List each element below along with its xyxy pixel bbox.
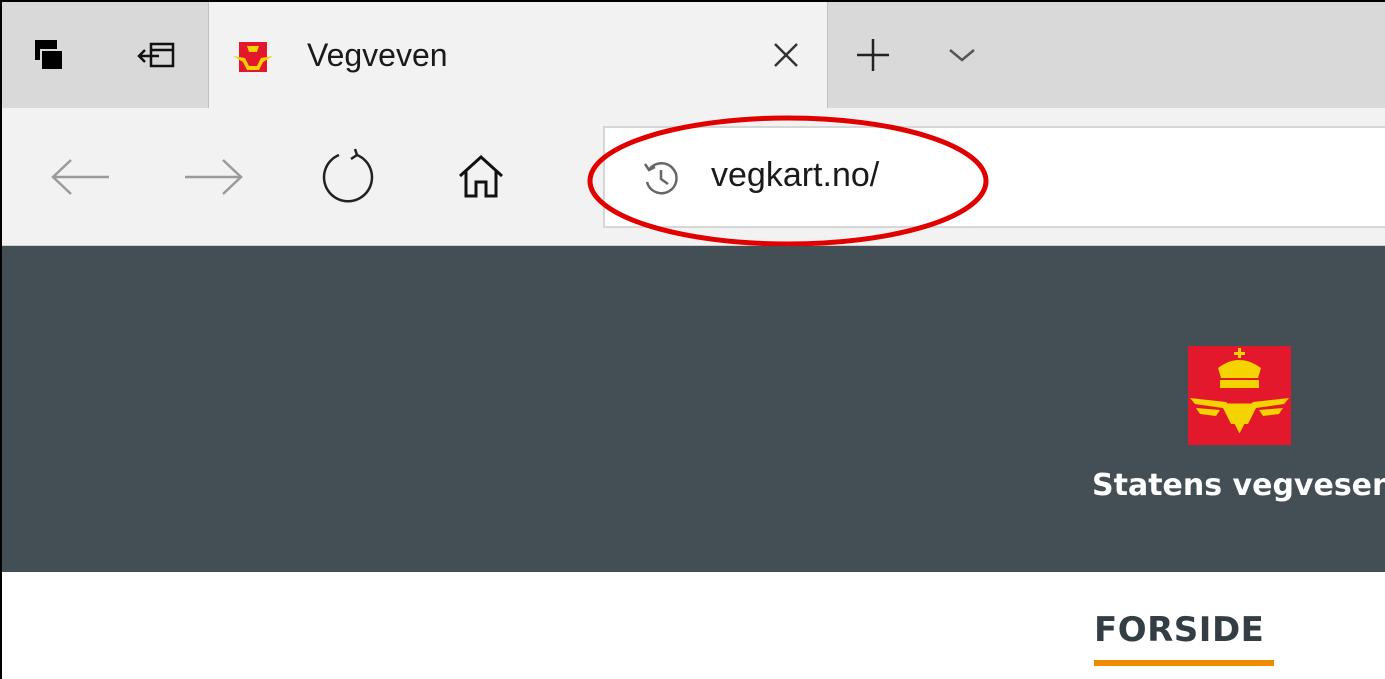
tab-list-button[interactable] xyxy=(922,2,1002,108)
plus-icon xyxy=(857,39,889,71)
home-button[interactable] xyxy=(448,144,514,210)
tab-bar: Vegveven xyxy=(2,2,1385,108)
favicon-icon xyxy=(233,42,273,72)
back-button[interactable] xyxy=(40,144,120,210)
site-header: Statens vegvesen xyxy=(2,246,1385,572)
arrow-right-icon xyxy=(185,159,243,195)
url-text[interactable]: vegkart.no/ xyxy=(711,156,879,195)
statens-vegvesen-logo[interactable] xyxy=(1188,346,1291,445)
address-bar[interactable]: vegkart.no/ xyxy=(603,126,1385,228)
active-tab[interactable]: Vegveven xyxy=(208,2,828,108)
refresh-icon xyxy=(322,148,374,203)
brand-name: Statens vegvesen xyxy=(1092,468,1385,503)
new-tab-button[interactable] xyxy=(838,2,908,108)
chevron-down-icon xyxy=(949,49,975,62)
tab-preview-icon xyxy=(35,40,64,71)
active-nav-underline xyxy=(1094,660,1274,666)
page-content: FORSIDE xyxy=(2,572,1385,679)
set-aside-tabs-button[interactable] xyxy=(122,2,192,108)
set-aside-tabs-icon xyxy=(137,42,175,68)
history-icon xyxy=(643,162,678,195)
tab-preview-button[interactable] xyxy=(14,2,84,108)
nav-item-forside[interactable]: FORSIDE xyxy=(1094,610,1264,650)
refresh-button[interactable] xyxy=(314,144,380,210)
home-icon xyxy=(458,154,504,198)
arrow-left-icon xyxy=(51,159,109,195)
close-tab-icon[interactable] xyxy=(771,40,801,70)
browser-window: Vegveven vegkart.no/ Statens vegvesen FO… xyxy=(0,0,1385,679)
forward-button[interactable] xyxy=(174,144,254,210)
tab-title: Vegveven xyxy=(307,37,448,73)
navigation-bar: vegkart.no/ xyxy=(2,108,1385,246)
